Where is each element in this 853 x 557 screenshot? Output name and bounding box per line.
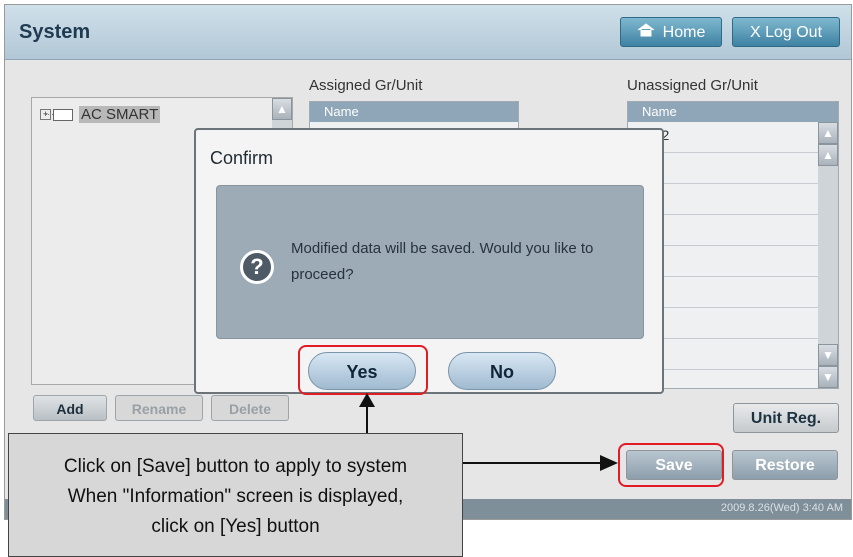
unit-reg-button[interactable]: Unit Reg. <box>733 403 839 433</box>
tree-item-ac-smart[interactable]: + AC SMART <box>40 106 161 123</box>
callout-line: Click on [Save] button to apply to syste… <box>63 456 408 477</box>
pointer-line-save <box>463 462 603 464</box>
callout-line: click on [Yes] button <box>151 516 320 537</box>
scroll-top-icon[interactable]: ▲ <box>272 98 292 120</box>
rename-button[interactable]: Rename <box>115 395 203 421</box>
save-highlight <box>618 443 724 487</box>
confirm-dialog: Confirm ? Modified data will be saved. W… <box>194 128 664 394</box>
scroll-up-icon[interactable]: ▲ <box>818 144 838 166</box>
home-button-label: Home <box>662 24 706 42</box>
home-icon <box>637 18 655 48</box>
restore-button[interactable]: Restore <box>732 450 838 480</box>
no-button[interactable]: No <box>448 352 556 390</box>
scroll-down-icon[interactable]: ▼ <box>818 344 838 366</box>
unassigned-column-header: Name <box>628 102 838 122</box>
callout-line: When "Information" screen is displayed, <box>67 486 404 507</box>
question-icon: ? <box>240 250 274 284</box>
pointer-line-yes <box>366 405 368 434</box>
logout-button[interactable]: X Log Out <box>732 17 840 47</box>
page-title: System <box>19 21 91 43</box>
instruction-callout: Click on [Save] button to apply to syste… <box>8 433 463 557</box>
dialog-message: Modified data will be saved. Would you l… <box>291 240 594 283</box>
yes-highlight <box>298 345 428 395</box>
unassigned-title: Unassigned Gr/Unit <box>627 77 758 94</box>
arrow-up-icon <box>359 393 375 407</box>
folder-icon <box>46 108 73 121</box>
delete-button[interactable]: Delete <box>211 395 289 421</box>
scroll-top-icon[interactable]: ▲ <box>818 122 838 144</box>
dialog-title: Confirm <box>210 148 274 168</box>
scroll-bottom-icon[interactable]: ▼ <box>818 366 838 388</box>
add-button[interactable]: Add <box>33 395 107 421</box>
dialog-body: ? Modified data will be saved. Would you… <box>216 185 644 339</box>
tree-item-label: AC SMART <box>79 106 161 123</box>
unassigned-scrollbar[interactable]: ▲ ▲ ▼ ▼ <box>818 122 838 388</box>
status-datetime: 2009.8.26(Wed) 3:40 AM <box>720 502 843 514</box>
assigned-column-header: Name <box>310 102 518 122</box>
assigned-title: Assigned Gr/Unit <box>309 77 423 94</box>
arrow-right-icon <box>600 455 618 471</box>
title-bar: System Home X Log Out <box>5 5 851 60</box>
home-button[interactable]: Home <box>620 17 722 47</box>
expand-icon[interactable]: + <box>40 109 51 120</box>
logout-button-label: X Log Out <box>749 24 823 41</box>
